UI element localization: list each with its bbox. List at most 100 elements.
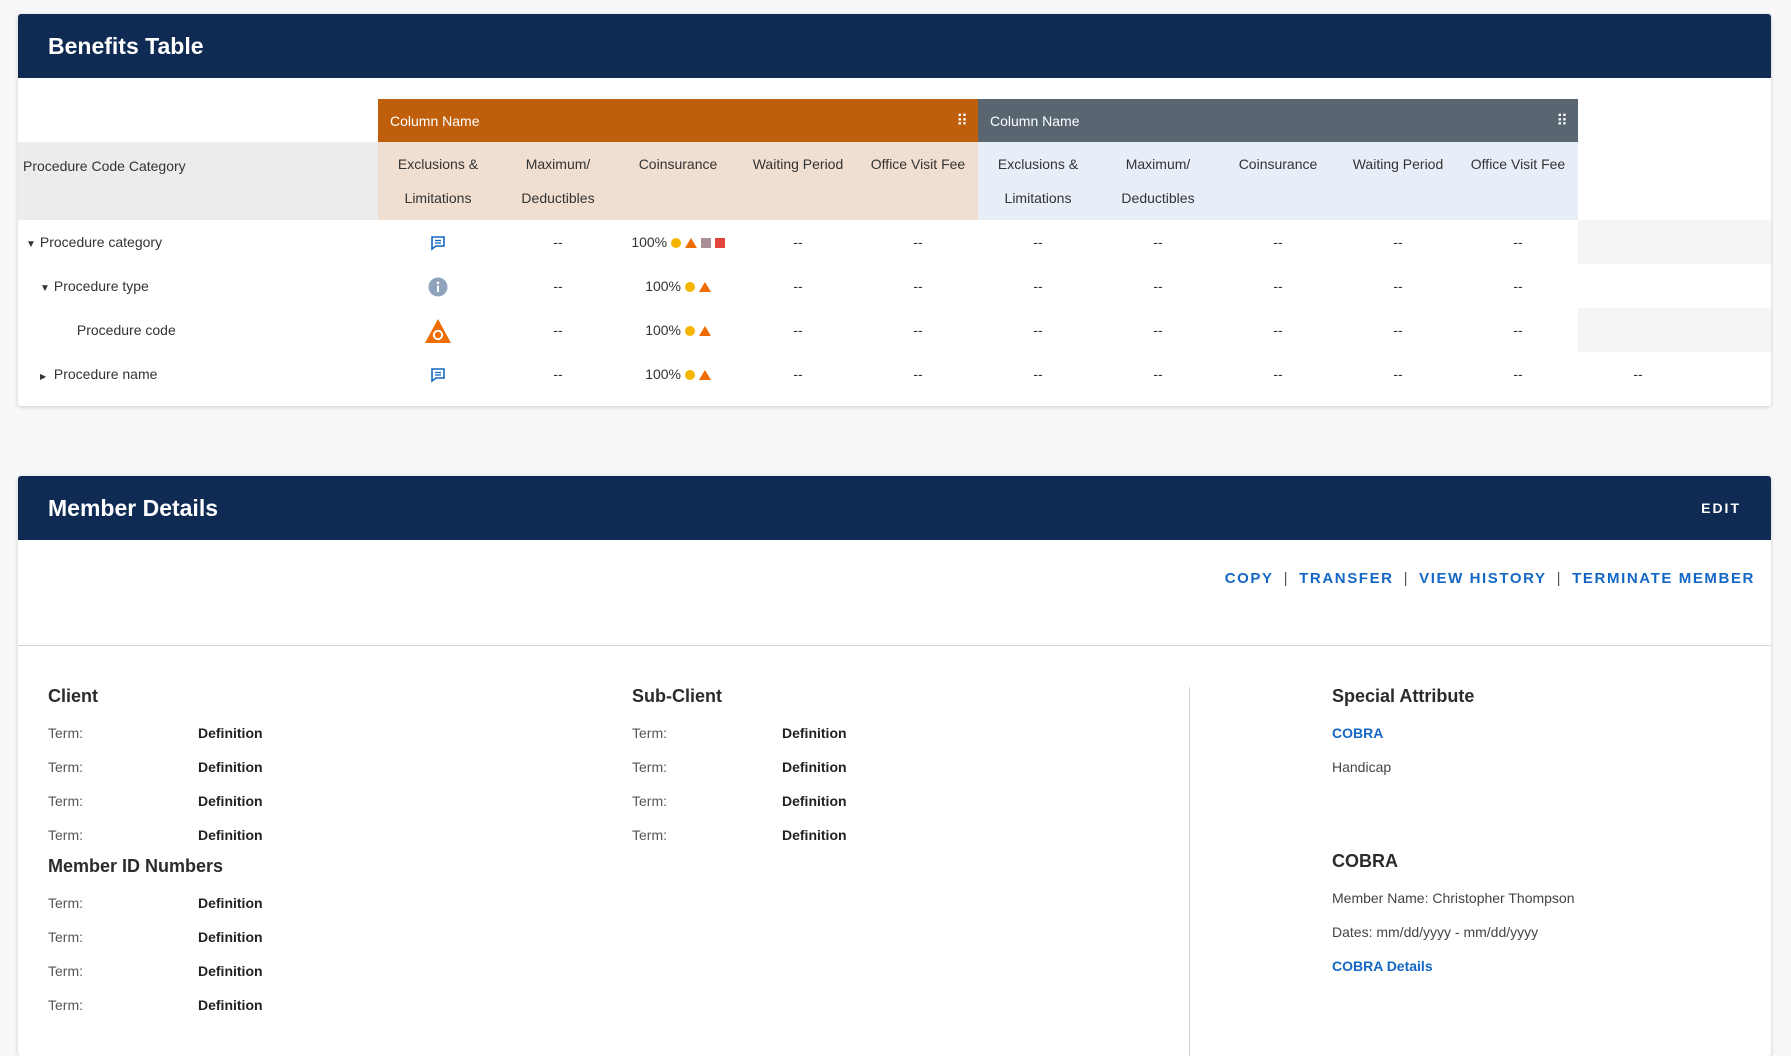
member-details-header: Member Details EDIT bbox=[18, 476, 1771, 540]
col-header-office-visit-fee: Office Visit Fee bbox=[870, 156, 966, 172]
transfer-link[interactable]: TRANSFER bbox=[1299, 570, 1393, 587]
collapse-caret-icon[interactable]: ▼ bbox=[26, 223, 36, 267]
definition-value: Definition bbox=[198, 895, 263, 911]
cell-value: -- bbox=[1153, 366, 1163, 382]
member-details-title: Member Details bbox=[48, 494, 219, 521]
term-label: Term: bbox=[48, 827, 83, 843]
copy-link[interactable]: COPY bbox=[1225, 570, 1274, 587]
term-label: Term: bbox=[632, 759, 667, 775]
column-header-row: Exclusions & Limitations Maximum/Deductib… bbox=[378, 142, 1578, 220]
special-attribute-title: Special Attribute bbox=[1332, 686, 1475, 706]
collapse-caret-icon[interactable]: ▼ bbox=[40, 267, 50, 311]
term-label: Term: bbox=[48, 997, 83, 1013]
status-square-gray-icon bbox=[700, 238, 711, 249]
warning-triangle-icon[interactable] bbox=[378, 308, 498, 352]
term-label: Term: bbox=[48, 793, 83, 809]
status-triangle-icon bbox=[684, 238, 697, 249]
cell-value: -- bbox=[1033, 366, 1043, 382]
cobra-member-name: Member Name: Christopher Thompson bbox=[1332, 890, 1575, 906]
cell-value: -- bbox=[1273, 366, 1283, 382]
member-actions: COPY | TRANSFER | VIEW HISTORY | TERMINATE MEM… bbox=[1224, 570, 1755, 587]
edit-button[interactable]: EDIT bbox=[1701, 500, 1741, 516]
cell-value: -- bbox=[913, 322, 923, 338]
col-header-office-visit-fee: Office Visit Fee bbox=[1470, 156, 1566, 172]
col-header-coinsurance: Coinsurance bbox=[1238, 156, 1318, 172]
cell-value: -- bbox=[553, 234, 563, 250]
terminate-member-link[interactable]: TERMINATE MEMBER bbox=[1572, 570, 1755, 587]
info-icon[interactable] bbox=[378, 264, 498, 308]
cell-value: -- bbox=[553, 278, 563, 294]
cell-value: -- bbox=[1513, 322, 1523, 338]
cobra-link[interactable]: COBRA bbox=[1332, 725, 1383, 741]
term-label: Term: bbox=[632, 827, 667, 843]
definition-value: Definition bbox=[198, 929, 263, 945]
definition-value: Definition bbox=[782, 725, 847, 741]
expand-caret-icon[interactable]: ▶ bbox=[40, 355, 50, 399]
cell-value: -- bbox=[1513, 278, 1523, 294]
term-label: Term: bbox=[48, 895, 83, 911]
member-id-numbers-title: Member ID Numbers bbox=[48, 856, 224, 876]
comment-icon[interactable] bbox=[378, 220, 498, 264]
col-header-exclusions: Exclusions & Limitations bbox=[997, 156, 1079, 206]
cell-value: -- bbox=[1153, 278, 1163, 294]
cell-value: -- bbox=[793, 322, 803, 338]
cobra-dates: Dates: mm/dd/yyyy - mm/dd/yyyy bbox=[1332, 924, 1539, 940]
view-history-link[interactable]: VIEW HISTORY bbox=[1419, 570, 1547, 587]
benefits-table-card: Benefits Table Column Name ⠿ Column Name… bbox=[18, 14, 1771, 406]
col-header-maximum: Maximum/Deductibles bbox=[1121, 156, 1195, 206]
column-group-header-1[interactable]: Column Name ⠿ bbox=[378, 99, 978, 142]
definition-value: Definition bbox=[782, 827, 847, 843]
table-row: ▼ Procedure category -- 100% -- -- -- --… bbox=[18, 220, 1771, 264]
status-triangle-icon bbox=[698, 370, 711, 381]
cobra-details-link[interactable]: COBRA Details bbox=[1332, 958, 1433, 974]
term-label: Term: bbox=[632, 725, 667, 741]
cell-value: -- bbox=[1273, 278, 1283, 294]
term-label: Term: bbox=[632, 793, 667, 809]
cell-value: -- bbox=[1513, 366, 1523, 382]
col-header-exclusions: Exclusions & Limitations bbox=[397, 156, 479, 206]
cell-value: -- bbox=[1633, 366, 1643, 382]
cell-value: -- bbox=[1153, 234, 1163, 250]
col-header-waiting-period: Waiting Period bbox=[1352, 156, 1444, 172]
handicap-label: Handicap bbox=[1332, 759, 1392, 775]
drag-handle-icon[interactable]: ⠿ bbox=[1556, 111, 1568, 131]
column-group-label: Column Name bbox=[990, 112, 1080, 129]
row-label: Procedure category bbox=[39, 234, 163, 250]
status-triangle-icon bbox=[698, 282, 711, 293]
cell-value: -- bbox=[1033, 234, 1043, 250]
client-title: Client bbox=[48, 686, 99, 706]
cell-value: -- bbox=[1273, 234, 1283, 250]
cell-value: -- bbox=[553, 322, 563, 338]
column-group-header-2[interactable]: Column Name ⠿ bbox=[978, 99, 1578, 142]
definition-value: Definition bbox=[782, 793, 847, 809]
status-triangle-icon bbox=[698, 326, 711, 337]
column-divider bbox=[1189, 687, 1190, 1056]
coinsurance-cell: 100% bbox=[618, 264, 738, 308]
row-label: Procedure type bbox=[53, 278, 149, 294]
cell-value: -- bbox=[1033, 322, 1043, 338]
cell-value: -- bbox=[1393, 278, 1403, 294]
definition-value: Definition bbox=[198, 759, 263, 775]
drag-handle-icon[interactable]: ⠿ bbox=[956, 111, 968, 131]
status-circle-icon bbox=[684, 282, 695, 293]
definition-value: Definition bbox=[198, 793, 263, 809]
status-circle-icon bbox=[671, 238, 682, 249]
cell-value: -- bbox=[1393, 366, 1403, 382]
term-label: Term: bbox=[48, 963, 83, 979]
column-group-label: Column Name bbox=[390, 112, 480, 129]
cell-value: -- bbox=[913, 366, 923, 382]
cell-value: -- bbox=[1033, 278, 1043, 294]
col-header-coinsurance: Coinsurance bbox=[638, 156, 718, 172]
cell-value: -- bbox=[1393, 234, 1403, 250]
comment-icon[interactable] bbox=[378, 352, 498, 396]
cell-value: -- bbox=[913, 278, 923, 294]
cell-value: -- bbox=[793, 366, 803, 382]
status-circle-icon bbox=[684, 326, 695, 337]
definition-value: Definition bbox=[198, 963, 263, 979]
status-square-red-icon bbox=[714, 238, 725, 249]
cell-value: -- bbox=[553, 366, 563, 382]
table-row: Procedure code -- 100% -- -- -- -- -- --… bbox=[18, 308, 1771, 352]
member-details-card: Member Details EDIT COPY | TRANSFER | VIEW H… bbox=[18, 476, 1771, 1056]
term-label: Term: bbox=[48, 929, 83, 945]
table-row: ▼ Procedure type -- 100% -- -- -- -- -- … bbox=[18, 264, 1771, 308]
